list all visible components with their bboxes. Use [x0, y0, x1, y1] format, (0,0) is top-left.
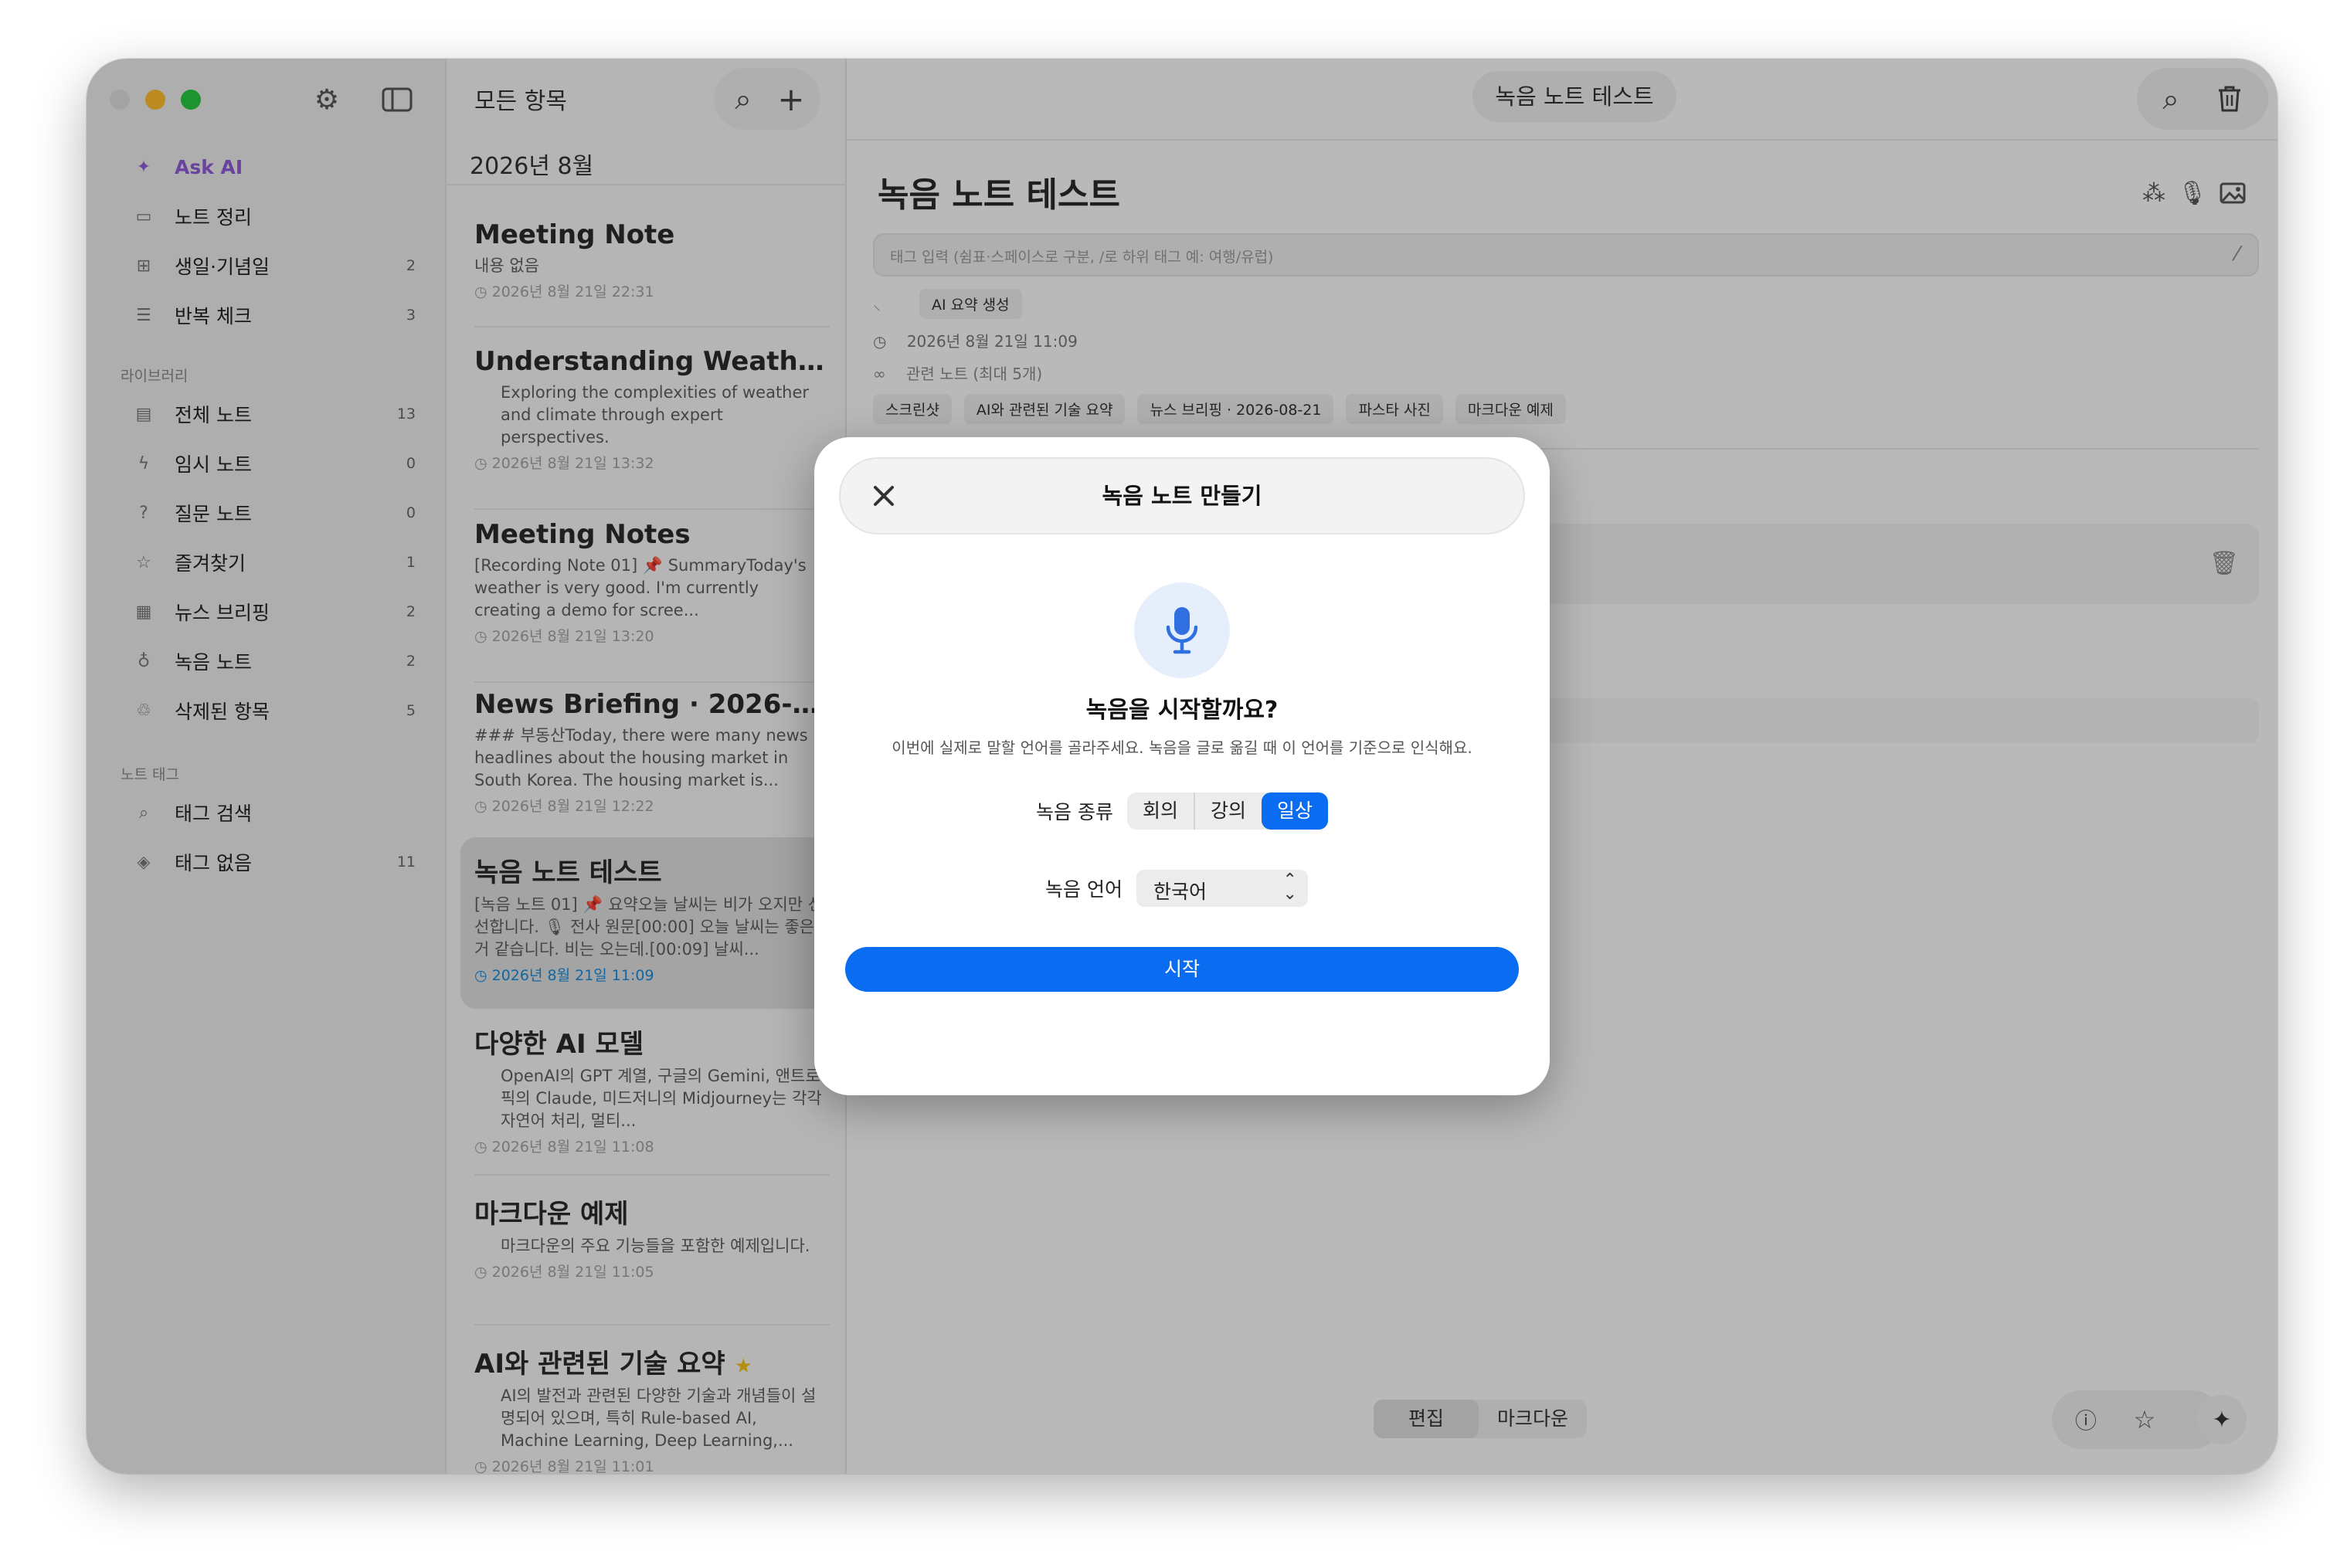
lang-select-value: 한국어: [1153, 881, 1207, 903]
recording-modal: 녹음 노트 만들기 녹음을 시작할까요? 이번에 실제로 말할 언어를 골라주세…: [814, 437, 1550, 1095]
type-label: 녹음 종류: [1036, 801, 1113, 823]
modal-header: 녹음 노트 만들기: [839, 457, 1525, 535]
mic-icon: [1134, 582, 1230, 678]
lang-label: 녹음 언어: [1045, 878, 1123, 901]
type-segmented-control: 회의 강의 일상: [1126, 792, 1328, 830]
lang-select[interactable]: 한국어 ⌃ ⌄: [1136, 870, 1308, 907]
modal-question: 녹음을 시작할까요?: [1085, 697, 1279, 724]
lang-row: 녹음 언어 한국어 ⌃ ⌄: [814, 870, 1550, 907]
type-row: 녹음 종류 회의 강의 일상: [814, 792, 1550, 830]
type-option-daily[interactable]: 일상: [1261, 792, 1328, 830]
type-option-lecture[interactable]: 강의: [1193, 792, 1262, 830]
chevron-updown-icon: ⌃ ⌄: [1282, 871, 1297, 904]
modal-title: 녹음 노트 만들기: [1102, 483, 1262, 509]
type-option-meeting[interactable]: 회의: [1127, 792, 1194, 830]
start-button[interactable]: 시작: [845, 947, 1519, 992]
modal-description: 이번에 실제로 말할 언어를 골라주세요. 녹음을 글로 옮길 때 이 언어를 …: [892, 738, 1472, 757]
